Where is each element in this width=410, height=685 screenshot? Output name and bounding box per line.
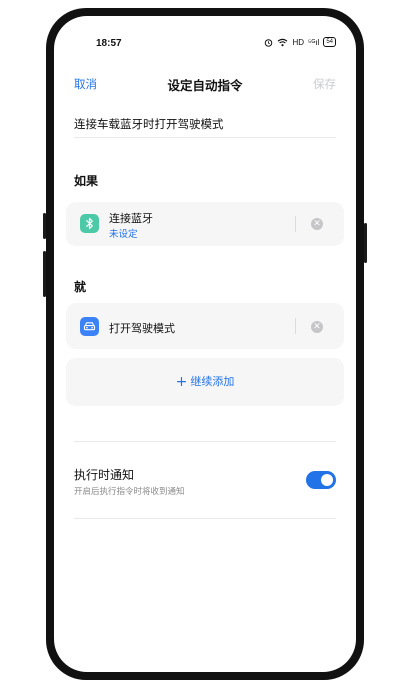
battery-icon: 54 bbox=[323, 37, 336, 47]
add-more-button[interactable]: + 继续添加 bbox=[66, 373, 344, 390]
card-divider bbox=[295, 216, 296, 232]
condition-card[interactable]: 连接蓝牙 未设定 ✕ bbox=[66, 202, 344, 246]
phone-frame: 18:57 HD ⁵ᴳıl 54 设定自动指令 取消 保存 连接车载蓝牙时打开驾… bbox=[43, 8, 367, 680]
divider bbox=[74, 518, 336, 519]
divider bbox=[74, 441, 336, 442]
hd-indicator: HD bbox=[292, 37, 305, 47]
notify-toggle[interactable] bbox=[306, 471, 336, 489]
bluetooth-icon bbox=[80, 214, 99, 233]
rule-name-underline bbox=[74, 137, 336, 138]
add-more-card[interactable]: + 继续添加 bbox=[66, 358, 344, 406]
condition-title: 连接蓝牙 bbox=[109, 212, 153, 225]
toggle-knob bbox=[321, 474, 333, 486]
phone-side-button bbox=[43, 251, 46, 297]
status-time: 18:57 bbox=[96, 38, 122, 49]
status-bar: 18:57 HD ⁵ᴳıl 54 bbox=[54, 16, 356, 56]
add-more-label: 继续添加 bbox=[190, 375, 235, 388]
nav-bar: 设定自动指令 取消 保存 bbox=[54, 76, 356, 100]
action-card[interactable]: 打开驾驶模式 ✕ bbox=[66, 303, 344, 349]
wifi-icon bbox=[278, 38, 288, 46]
condition-status: 未设定 bbox=[109, 229, 138, 240]
notify-title: 执行时通知 bbox=[74, 468, 135, 482]
status-icons: HD ⁵ᴳıl 54 bbox=[264, 37, 336, 47]
remove-action-button[interactable]: ✕ bbox=[311, 321, 323, 333]
phone-side-button bbox=[364, 223, 367, 263]
phone-side-button bbox=[43, 213, 46, 239]
save-button[interactable]: 保存 bbox=[313, 76, 336, 92]
remove-condition-button[interactable]: ✕ bbox=[311, 218, 323, 230]
action-title: 打开驾驶模式 bbox=[109, 322, 175, 335]
page-title: 设定自动指令 bbox=[167, 78, 243, 93]
then-section-label: 就 bbox=[74, 280, 87, 294]
signal-icon: ⁵ᴳıl bbox=[308, 37, 320, 47]
alarm-icon bbox=[265, 38, 273, 47]
if-section-label: 如果 bbox=[74, 174, 99, 188]
plus-icon: + bbox=[175, 374, 188, 390]
cancel-button[interactable]: 取消 bbox=[74, 76, 97, 92]
car-icon bbox=[80, 317, 99, 336]
card-divider bbox=[295, 318, 296, 334]
screen: 18:57 HD ⁵ᴳıl 54 设定自动指令 取消 保存 连接车载蓝牙时打开驾… bbox=[54, 16, 356, 672]
notify-description: 开启后执行指令时将收到通知 bbox=[74, 487, 185, 497]
rule-name-input[interactable]: 连接车载蓝牙时打开驾驶模式 bbox=[74, 116, 224, 132]
